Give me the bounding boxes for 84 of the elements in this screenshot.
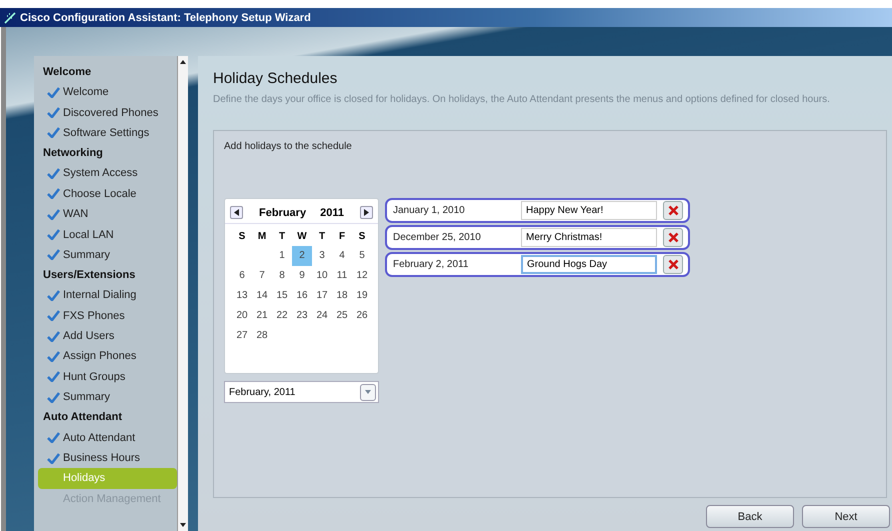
calendar-day[interactable]: 1 bbox=[272, 246, 292, 266]
weekday-label: F bbox=[338, 230, 346, 244]
section-heading: Welcome bbox=[42, 65, 92, 80]
calendar-day[interactable]: 18 bbox=[332, 286, 352, 306]
calendar-day[interactable]: 5 bbox=[352, 246, 372, 266]
weekday-label: M bbox=[258, 230, 266, 244]
calendar-day[interactable]: 20 bbox=[232, 306, 252, 326]
app-icon bbox=[4, 12, 16, 24]
calendar-month: February bbox=[259, 206, 306, 218]
weekday-label: T bbox=[278, 230, 286, 244]
calendar-day[interactable]: 22 bbox=[272, 306, 292, 326]
nav-button[interactable]: Back bbox=[706, 505, 794, 528]
calendar-day[interactable]: 15 bbox=[272, 286, 292, 306]
window-title: Cisco Configuration Assistant: Telephony Setup Wizard bbox=[20, 12, 311, 24]
page-description: Define the days your office is closed for holidays. On holidays, the Auto Attendant presents the menus and options defined for closed hours. bbox=[213, 93, 831, 107]
section-heading: Auto Attendant bbox=[42, 410, 124, 426]
calendar-day[interactable]: 12 bbox=[352, 266, 372, 286]
calendar-day[interactable]: 19 bbox=[352, 286, 372, 306]
sidebar-item[interactable]: Auto Attendant bbox=[38, 427, 177, 448]
weekday-label: T bbox=[318, 230, 326, 244]
sidebar-item[interactable]: Welcome bbox=[38, 82, 177, 102]
sidebar-item[interactable]: Add Users bbox=[38, 326, 177, 346]
calendar-day[interactable]: 7 bbox=[252, 266, 272, 286]
holiday-date: February 2, 2011 bbox=[393, 259, 470, 270]
calendar-day[interactable]: 8 bbox=[272, 266, 292, 286]
weekday-label: W bbox=[297, 230, 307, 244]
calendar-day[interactable]: 28 bbox=[252, 326, 272, 346]
section-heading: Networking bbox=[42, 146, 104, 162]
close-icon bbox=[668, 205, 678, 216]
calendar-day[interactable]: 14 bbox=[252, 286, 272, 306]
calendar-day[interactable]: 23 bbox=[292, 306, 312, 326]
holiday-date: December 25, 2010 bbox=[393, 232, 482, 243]
delete-button[interactable] bbox=[663, 228, 683, 247]
previous-month-button[interactable] bbox=[230, 206, 243, 219]
close-icon bbox=[668, 232, 678, 243]
sidebar-item[interactable]: Choose Locale bbox=[38, 184, 177, 204]
holiday-name-field[interactable]: Merry Christmas! bbox=[521, 228, 657, 247]
section-heading: Users/Extensions bbox=[42, 268, 136, 284]
calendar-year: 2011 bbox=[320, 206, 344, 218]
calendar-day[interactable]: 3 bbox=[312, 246, 332, 266]
holiday-name-field[interactable]: Ground Hogs Day bbox=[521, 255, 657, 274]
holiday-date: January 1, 2010 bbox=[393, 205, 466, 216]
calendar-day[interactable]: 10 bbox=[312, 266, 332, 286]
scroll-up-icon[interactable] bbox=[180, 60, 186, 64]
calendar-day[interactable]: 9 bbox=[292, 266, 312, 286]
nav-button[interactable]: Next bbox=[802, 505, 890, 528]
calendar-day[interactable]: 17 bbox=[312, 286, 332, 306]
calendar-day[interactable]: 27 bbox=[232, 326, 252, 346]
delete-button[interactable] bbox=[663, 201, 683, 220]
right-triangle-icon bbox=[364, 209, 369, 216]
scrollbar[interactable] bbox=[177, 56, 188, 531]
calendar-day[interactable]: 25 bbox=[332, 306, 352, 326]
calendar-day[interactable]: 6 bbox=[232, 266, 252, 286]
sidebar-item[interactable]: Hunt Groups bbox=[38, 366, 177, 388]
sidebar-item[interactable]: Local LAN bbox=[38, 224, 177, 245]
calendar-day[interactable]: 11 bbox=[332, 266, 352, 286]
sidebar-item[interactable]: WAN bbox=[38, 204, 177, 224]
calendar-day[interactable]: 13 bbox=[232, 286, 252, 306]
weekday-label: S bbox=[238, 230, 246, 244]
sidebar-item[interactable]: FXS Phones bbox=[38, 306, 177, 326]
holiday-name-field[interactable]: Happy New Year! bbox=[521, 201, 657, 220]
left-triangle-icon bbox=[234, 209, 239, 216]
page-title: Holiday Schedules bbox=[213, 70, 338, 87]
calendar-day[interactable]: 16 bbox=[292, 286, 312, 306]
sidebar-item[interactable]: Discovered Phones bbox=[38, 102, 177, 123]
calendar-day[interactable]: 24 bbox=[312, 306, 332, 326]
sidebar-item[interactable]: Assign Phones bbox=[38, 346, 177, 367]
sidebar-item[interactable]: Summary bbox=[38, 244, 177, 266]
sidebar-item[interactable]: System Access bbox=[38, 163, 177, 184]
sidebar-item[interactable]: Business Hours bbox=[38, 448, 177, 468]
instruction-text: Add holidays to the schedule bbox=[224, 141, 353, 152]
calendar-day[interactable]: 21 bbox=[252, 306, 272, 326]
sidebar-item[interactable]: Internal Dialing bbox=[38, 285, 177, 306]
scroll-down-icon[interactable] bbox=[180, 523, 186, 527]
calendar-day[interactable]: 2 bbox=[292, 246, 312, 266]
delete-button[interactable] bbox=[663, 255, 683, 274]
sidebar-item[interactable]: Software Settings bbox=[38, 122, 177, 144]
sidebar-item[interactable]: Summary bbox=[38, 387, 177, 408]
calendar-day[interactable]: 26 bbox=[352, 306, 372, 326]
weekday-label: S bbox=[358, 230, 366, 244]
close-icon bbox=[668, 259, 678, 270]
next-month-button[interactable] bbox=[360, 206, 373, 219]
calendar-day[interactable]: 4 bbox=[332, 246, 352, 266]
month-dropdown[interactable]: February, 2011 bbox=[224, 381, 379, 403]
